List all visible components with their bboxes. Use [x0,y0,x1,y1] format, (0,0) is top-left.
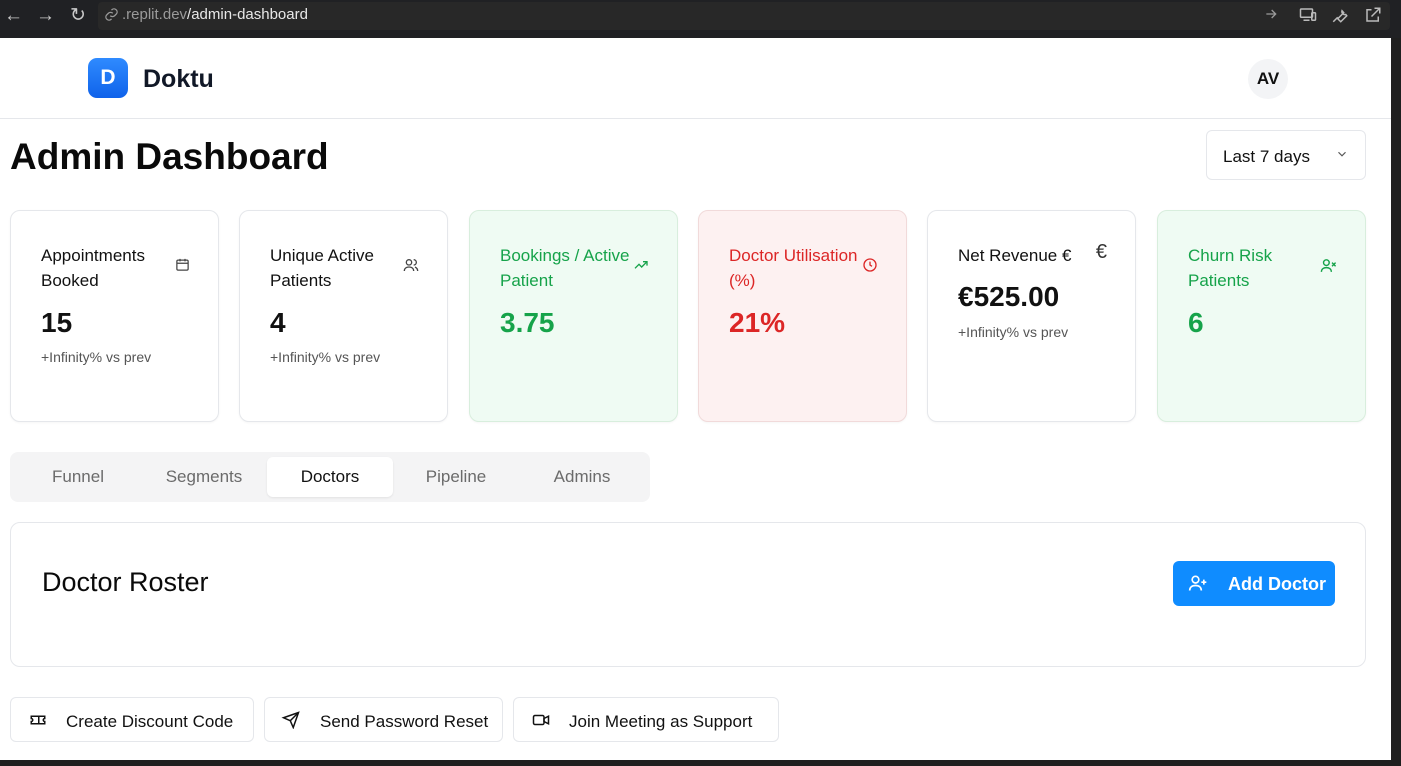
add-doctor-label: Add Doctor [1228,574,1326,594]
stat-change: +Infinity% vs prev [41,349,152,365]
calendar-icon [176,258,189,271]
action-label: Join Meeting as Support [569,712,753,731]
date-range-select[interactable]: Last 7 days [1206,130,1366,180]
forward-icon[interactable]: → [36,5,55,27]
logo[interactable]: D [88,58,128,98]
action-label: Create Discount Code [66,712,234,731]
stat-value: 4 [270,307,286,338]
add-doctor-button[interactable]: Add Doctor [1173,561,1335,606]
clock-icon [863,258,877,272]
avatar[interactable]: AV [1248,59,1288,99]
stat-change: +Infinity% vs prev [958,324,1069,340]
video-icon [532,714,550,726]
stat-value: 3.75 [500,307,555,338]
back-icon[interactable]: ← [4,5,23,27]
doctor-roster-panel: Doctor Roster Add Doctor [10,522,1366,667]
action-label: Send Password Reset [320,712,489,731]
create-discount-code-button[interactable]: Create Discount Code [10,697,254,742]
users-icon [403,259,419,272]
send-password-reset-button[interactable]: Send Password Reset [264,697,503,742]
arrow-right-icon[interactable] [1263,6,1279,22]
scrollbar[interactable] [1391,38,1401,766]
window-border [0,760,1401,766]
user-plus-icon [1188,575,1207,591]
page-title: Admin Dashboard [10,136,329,177]
euro-icon: € [1095,241,1107,263]
stat-label: Unique Active Patients [270,246,374,290]
date-range-value: Last 7 days [1223,147,1310,166]
tab-segments[interactable]: Segments [141,457,267,497]
tab-pipeline[interactable]: Pipeline [393,457,519,497]
brand-name[interactable]: Doktu [143,65,214,94]
stat-label: Churn Risk Patients [1188,246,1273,290]
page: D Doktu AV Admin Dashboard Last 7 days A… [0,38,1391,760]
user-x-icon [1320,259,1337,272]
stat-card-active-patients: Unique Active Patients 4 +Infinity% vs p… [239,210,448,422]
stat-value: 6 [1188,307,1204,338]
panel-title: Doctor Roster [42,567,209,597]
tab-funnel[interactable]: Funnel [15,457,141,497]
tab-doctors[interactable]: Doctors [267,457,393,497]
stat-value: 15 [41,307,73,338]
stat-value: €525.00 [958,281,1060,312]
stat-card-net-revenue: Net Revenue € € €525.00 +Infinity% vs pr… [927,210,1136,422]
stat-card-appointments: Appointments Booked 15 +Infinity% vs pre… [10,210,219,422]
link-icon [105,8,118,21]
stat-card-bookings-per-patient: Bookings / Active Patient 3.75 [469,210,678,422]
open-external-icon[interactable] [1364,6,1382,24]
ticket-icon [30,715,46,725]
stat-label: Appointments Booked [41,246,145,290]
tab-list: Funnel Segments Doctors Pipeline Admins [10,452,650,502]
chevron-down-icon [1338,151,1346,157]
devices-icon[interactable] [1298,6,1318,24]
stat-label: Bookings / Active Patient [500,246,630,290]
app-header: D Doktu AV [0,38,1391,119]
stat-card-churn-risk: Churn Risk Patients 6 [1157,210,1366,422]
join-meeting-button[interactable]: Join Meeting as Support [513,697,779,742]
stat-value: 21% [729,307,786,338]
send-icon [281,711,300,729]
url-host: .replit.dev [122,6,188,23]
url-text[interactable]: .replit.dev/admin-dashboard [122,6,308,23]
trending-up-icon [634,261,648,269]
wrench-icon[interactable] [1331,6,1349,24]
stat-change: +Infinity% vs prev [270,349,381,365]
stat-label: Net Revenue € [958,246,1072,265]
reload-icon[interactable]: ↻ [70,5,86,27]
tab-admins[interactable]: Admins [519,457,645,497]
browser-toolbar: ← → ↻ .replit.dev/admin-dashboard [0,0,1401,38]
url-path: /admin-dashboard [187,6,308,23]
stat-card-doctor-utilisation: Doctor Utilisation (%) 21% [698,210,907,422]
stat-label: Doctor Utilisation (%) [729,246,858,290]
